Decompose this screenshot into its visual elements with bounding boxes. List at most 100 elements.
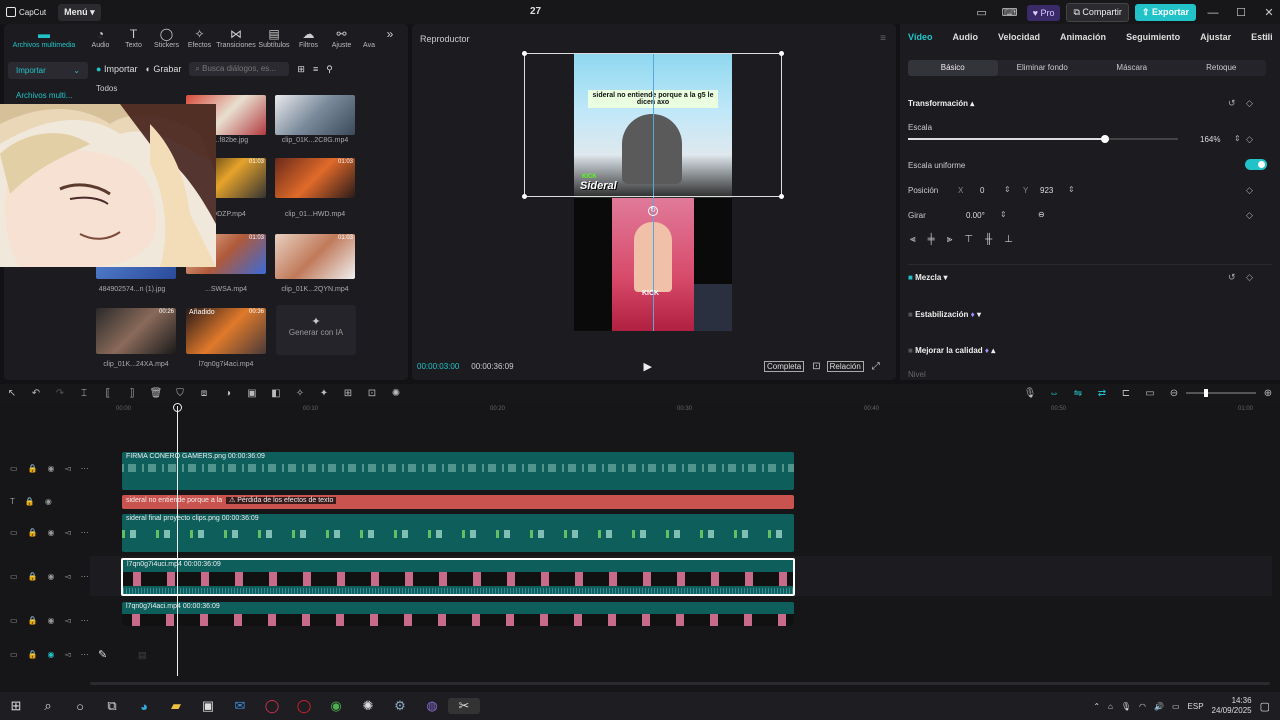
more-icon[interactable]: ⋯ [81,572,89,581]
flip-icon[interactable]: ⊖ [1038,210,1045,219]
more-tabs-icon[interactable]: » [1264,32,1270,43]
stepper-icon[interactable]: ⇕ [1068,185,1075,194]
enhance-header[interactable]: ■ Mejorar la calidad ♦ ▴ [908,346,995,355]
align-bottom-icon[interactable]: ⊥ [1004,234,1013,245]
timeline-scrollbar[interactable] [90,682,1270,685]
tab-audio[interactable]: ◔ Audio [84,26,117,49]
scale-slider-knob[interactable] [1101,135,1110,143]
capcut-taskbar-icon[interactable]: ✂ [448,698,480,714]
more-icon[interactable]: ⋯ [81,464,89,473]
more-icon[interactable]: ⋯ [81,616,89,625]
opera-icon[interactable]: ◯ [288,698,320,714]
lock-icon[interactable]: 🔒 [28,464,38,473]
tab-audio-props[interactable]: Audio [953,32,979,42]
tab-speed[interactable]: Velocidad [998,32,1040,42]
maximize-icon[interactable]: ☐ [1230,6,1252,19]
tab-adjust-props[interactable]: Ajustar [1200,32,1231,42]
blend-header[interactable]: ■ Mezcla ▾ [908,273,948,282]
track-clip-2[interactable]: l7qn0g7i4aci.mp4 00:00:36:09 [122,602,794,626]
close-icon[interactable]: ✕ [1258,6,1280,19]
resize-handle[interactable] [522,194,527,199]
scale-value[interactable]: 164% [1200,135,1220,144]
generate-ai-button[interactable]: ✦ Generar con IA [276,305,356,355]
opera-gx-icon[interactable]: ◯ [256,698,288,714]
keyframe-icon[interactable]: ◇ [1246,185,1253,196]
audio-icon[interactable]: ◅ [65,616,71,625]
preview-axis-icon[interactable]: ⊏ [1114,388,1138,399]
tab-transitions[interactable]: ⋈ Transiciones [216,26,256,49]
checkbox-checked-icon[interactable]: ■ [908,273,913,282]
speed-icon[interactable]: ◑ [216,388,240,399]
eye-icon[interactable]: ◉ [48,572,55,581]
zoom-out-icon[interactable]: ⊖ [1162,388,1186,399]
grid-view-icon[interactable]: ⊞ [297,64,305,75]
freeze-icon[interactable]: ▣ [240,388,264,399]
sparkle-icon[interactable]: ✺ [384,388,408,399]
cortana-icon[interactable]: ○ [64,699,96,714]
record-button[interactable]: ◐ Grabar [145,64,181,74]
lock-icon[interactable]: 🔒 [28,572,38,581]
full-view-button[interactable]: Completa [764,361,805,372]
ai-icon[interactable]: ✧ [288,388,312,399]
edge-icon[interactable]: ◕ [128,699,160,714]
layout-icon[interactable]: ▭ [971,6,993,19]
more-icon[interactable]: ⋯ [81,528,89,537]
sidebar-item-import[interactable]: Importar ⌄ [8,62,88,79]
eye-icon[interactable]: ◉ [48,464,55,473]
tab-text[interactable]: T Texto [117,26,150,49]
search-icon[interactable]: ⌕ [32,698,64,714]
stabilize-header[interactable]: ■ Estabilización ♦ ▾ [908,310,981,319]
main-menu-button[interactable]: Menú ▾ [58,3,101,21]
pro-button[interactable]: ♥ Pro [1026,4,1061,21]
audio-icon[interactable]: ◅ [65,650,71,659]
rotate-handle-icon[interactable]: ↻ [648,206,658,216]
track-selected-clip[interactable]: l7qn0g7i4uci.mp4 00:00:36:09 [121,558,795,596]
tab-media[interactable]: ▬ Archivos multimedia [4,26,84,49]
playhead[interactable] [177,406,178,676]
search-input[interactable]: ⌕ Busca diálogos, es... [189,62,290,76]
magnet-icon[interactable]: ⇋ [1066,388,1090,399]
share-button[interactable]: ⧉ Compartir [1066,3,1129,22]
align-right-icon[interactable]: ⫸ [947,234,953,245]
reset-icon[interactable]: ↺ [1228,98,1236,109]
align-center-h-icon[interactable]: ╪ [928,234,935,245]
y-value[interactable]: 923 [1040,186,1053,195]
filter-all[interactable]: Todos [96,84,117,93]
lock-icon[interactable]: 🔒 [28,650,38,659]
redo-icon[interactable]: ↷ [48,388,72,399]
align-left-icon[interactable]: ⫷ [910,234,916,245]
mic-icon[interactable]: 🎙 [1018,388,1042,399]
timeline[interactable]: 00:00 00:10 00:20 00:30 00:40 00:50 01:00 ▭ 🔒 ◉ ◅… [0,402,1280,692]
folder-icon[interactable]: ▰ [160,698,192,714]
filter-icon[interactable]: ⚲ [326,64,333,75]
minimize-icon[interactable]: — [1202,7,1224,19]
player-menu-icon[interactable]: ≡ [880,33,886,44]
fit-icon[interactable]: ⊡ [812,361,820,372]
resize-handle[interactable] [779,51,784,56]
track-text[interactable]: sideral no entiende porque a la ⚠ Pérdid… [122,495,794,509]
tab-tracking[interactable]: Seguimiento [1126,32,1180,42]
subtab-retouch[interactable]: Retoque [1177,60,1267,76]
media-thumb-9[interactable]: Añadido 00:36 [186,308,266,354]
align-middle-icon[interactable]: ╫ [985,234,992,245]
export-button[interactable]: ⇪ Exportar [1134,4,1196,21]
shield-icon[interactable]: ⛉ [168,388,192,399]
chevron-up-icon[interactable]: ⌃ [1093,702,1100,711]
lock-icon[interactable]: 🔒 [25,497,35,506]
audio-icon[interactable]: ◅ [65,528,71,537]
more-tabs-icon[interactable]: » [380,26,400,49]
chatgpt-icon[interactable]: ✺ [352,698,384,714]
crop-icon[interactable]: ⧈ [192,388,216,399]
network-icon[interactable]: ⌂ [1108,702,1113,711]
audio-icon[interactable]: ◅ [65,464,71,473]
x-value[interactable]: 0 [980,186,984,195]
undo-icon[interactable]: ↶ [24,388,48,399]
subtab-mask[interactable]: Máscara [1087,60,1177,76]
ratio-button[interactable]: Relación [826,361,864,372]
checkbox-icon[interactable]: ■ [908,310,913,319]
mic-icon[interactable]: 🎙 [1121,702,1131,711]
lock-icon[interactable]: 🔒 [28,616,38,625]
sidebar-item-media[interactable]: Archivos multi... [8,87,88,104]
import-button[interactable]: ● Importar [96,64,137,74]
track-sideral-png[interactable]: sideral final proyecto clips.png 00:00:3… [122,514,794,552]
